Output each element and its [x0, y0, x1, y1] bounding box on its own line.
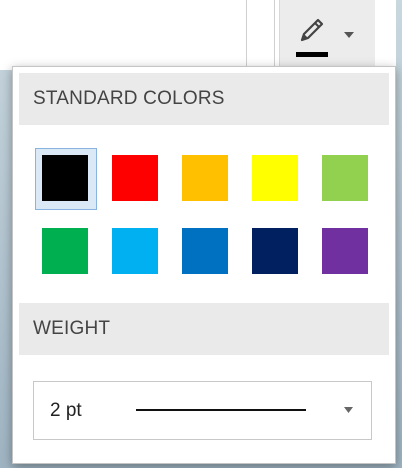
pen-options-popup: STANDARD COLORS WEIGHT 2 pt	[12, 66, 396, 464]
weight-header: WEIGHT	[19, 303, 389, 355]
color-swatch-green[interactable]	[35, 221, 97, 283]
swatch-color-fill	[322, 228, 368, 274]
color-swatch-orange[interactable]	[175, 148, 237, 210]
color-swatch-light-blue[interactable]	[105, 221, 167, 283]
chevron-down-icon[interactable]	[344, 407, 353, 413]
swatch-color-fill	[112, 155, 158, 201]
color-swatch-red[interactable]	[105, 148, 167, 210]
swatch-color-fill	[182, 228, 228, 274]
pen-color-dropdown-button[interactable]	[279, 0, 375, 70]
weight-dropdown[interactable]: 2 pt	[33, 381, 372, 440]
color-swatch-dark-blue[interactable]	[245, 221, 307, 283]
swatch-color-fill	[322, 155, 368, 201]
color-swatch-yellow[interactable]	[245, 148, 307, 210]
swatch-color-fill	[42, 155, 88, 201]
color-swatch-purple[interactable]	[315, 221, 377, 283]
swatch-color-fill	[252, 155, 298, 201]
screen: STANDARD COLORS WEIGHT 2 pt	[0, 0, 402, 468]
toolbar-divider	[246, 0, 247, 70]
standard-colors-header: STANDARD COLORS	[19, 73, 389, 125]
current-color-indicator	[296, 52, 328, 57]
swatch-color-fill	[42, 228, 88, 274]
swatch-color-fill	[112, 228, 158, 274]
ribbon-toolbar	[0, 0, 396, 70]
chevron-down-icon[interactable]	[344, 32, 354, 38]
toolbar-divider	[274, 0, 275, 70]
line-weight-preview	[136, 409, 306, 411]
swatch-color-fill	[252, 228, 298, 274]
pen-icon	[300, 18, 324, 42]
swatch-color-fill	[182, 155, 228, 201]
color-swatch-blue[interactable]	[175, 221, 237, 283]
color-swatch-light-green[interactable]	[315, 148, 377, 210]
color-swatch-black[interactable]	[35, 148, 97, 210]
weight-value: 2 pt	[50, 400, 82, 421]
